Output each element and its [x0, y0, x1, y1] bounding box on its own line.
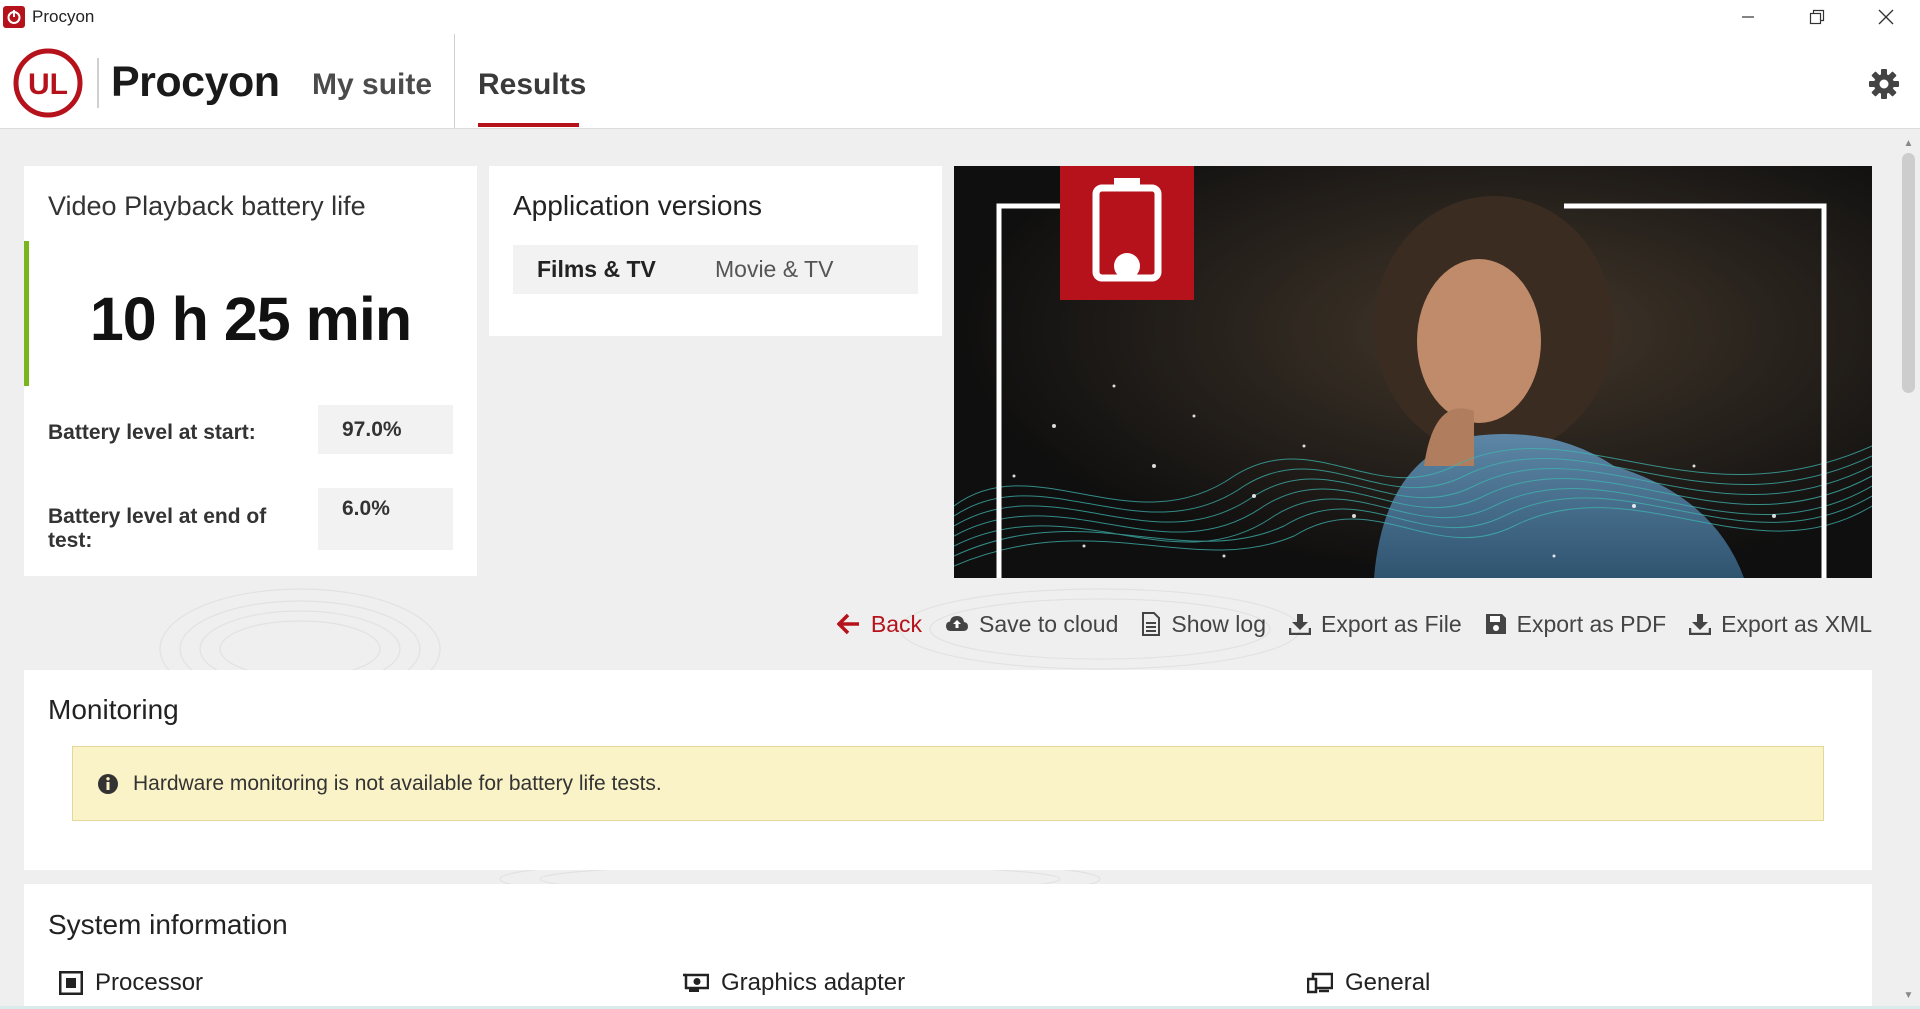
export-xml-label: Export as XML — [1721, 610, 1872, 637]
monitoring-notice-text: Hardware monitoring is not available for… — [133, 771, 662, 795]
system-information-card: System information Processor Graphics ad… — [24, 884, 1872, 1009]
system-info-title: System information — [48, 909, 288, 940]
window-title-bar: Procyon — [0, 0, 1920, 34]
export-xml-button[interactable]: Export as XML — [1689, 611, 1872, 638]
info-icon — [98, 773, 118, 794]
brand-name: Procyon — [111, 58, 280, 106]
results-action-bar: Back Save to cloud Show log Export as Fi… — [814, 608, 1872, 640]
active-tab-indicator — [478, 123, 579, 127]
close-icon — [1878, 9, 1893, 25]
svg-text:UL: UL — [28, 68, 68, 101]
sysinfo-general-label: General — [1345, 969, 1431, 996]
app-header: UL Procyon My suite Results — [0, 34, 1920, 129]
save-to-cloud-label: Save to cloud — [979, 610, 1119, 637]
export-file-label: Export as File — [1321, 610, 1462, 637]
save-icon — [1485, 614, 1506, 634]
gear-icon[interactable] — [1868, 68, 1900, 100]
restore-button[interactable] — [1782, 0, 1851, 34]
back-label: Back — [870, 610, 922, 637]
monitoring-title: Monitoring — [48, 694, 179, 725]
sysinfo-graphics-adapter[interactable]: Graphics adapter — [683, 969, 905, 997]
app-name: Films & TV — [537, 256, 656, 282]
monitoring-card: Monitoring Hardware monitoring is not av… — [24, 670, 1872, 870]
restore-icon — [1809, 9, 1824, 25]
app-version-row: Films & TV Movie & TV — [513, 245, 918, 294]
battery-card-title: Video Playback battery life — [48, 191, 366, 221]
results-content[interactable]: Video Playback battery life 10 h 25 min … — [0, 129, 1897, 1009]
export-pdf-label: Export as PDF — [1516, 610, 1667, 637]
app-versions-title: Application versions — [513, 190, 763, 221]
close-button[interactable] — [1851, 0, 1920, 34]
cloud-upload-icon — [946, 616, 968, 631]
document-icon — [1142, 612, 1161, 636]
processor-icon — [59, 971, 83, 995]
battery-start-value: 97.0% — [318, 405, 453, 454]
battery-start-label: Battery level at start: — [48, 421, 256, 444]
show-log-label: Show log — [1171, 610, 1266, 637]
battery-life-card: Video Playback battery life 10 h 25 min … — [24, 166, 477, 576]
minimize-button[interactable] — [1713, 0, 1782, 34]
download-icon — [1689, 614, 1712, 635]
scroll-up-arrow[interactable]: ▲ — [1897, 133, 1920, 153]
minimize-icon — [1741, 16, 1754, 18]
battery-end-label: Battery level at end of test: — [48, 505, 267, 552]
logo-divider — [97, 58, 99, 108]
battery-life-value: 10 h 25 min — [89, 285, 412, 353]
back-button[interactable]: Back — [836, 610, 922, 638]
show-log-button[interactable]: Show log — [1141, 611, 1266, 638]
scrollbar-thumb[interactable] — [1902, 153, 1915, 393]
sysinfo-processor[interactable]: Processor — [59, 969, 203, 997]
monitor-icon — [1307, 972, 1333, 994]
export-file-button[interactable]: Export as File — [1289, 611, 1462, 638]
monitoring-notice: Hardware monitoring is not available for… — [72, 746, 1824, 821]
window-title: Procyon — [32, 7, 95, 26]
battery-end-value: 6.0% — [318, 488, 453, 550]
benchmark-hero-image — [954, 166, 1872, 578]
application-versions-card: Application versions Films & TV Movie & … — [489, 166, 942, 336]
scroll-down-arrow[interactable]: ▼ — [1897, 985, 1920, 1005]
graphics-card-icon — [683, 973, 709, 992]
sysinfo-general[interactable]: General — [1307, 969, 1430, 997]
app-icon — [3, 6, 25, 28]
ul-logo: UL — [13, 48, 83, 118]
sysinfo-processor-label: Processor — [95, 969, 204, 996]
export-pdf-button[interactable]: Export as PDF — [1485, 610, 1667, 638]
nav-divider — [454, 34, 455, 128]
download-icon — [1289, 614, 1311, 635]
vertical-scrollbar[interactable]: ▲ ▼ — [1897, 129, 1920, 1009]
tab-my-suite[interactable]: My suite — [312, 68, 432, 102]
app-version-value: Movie & TV — [715, 256, 834, 282]
back-arrow-icon — [836, 613, 859, 635]
sysinfo-graphics-label: Graphics adapter — [721, 969, 906, 996]
tab-results[interactable]: Results — [478, 68, 586, 102]
save-to-cloud-button[interactable]: Save to cloud — [945, 611, 1118, 638]
